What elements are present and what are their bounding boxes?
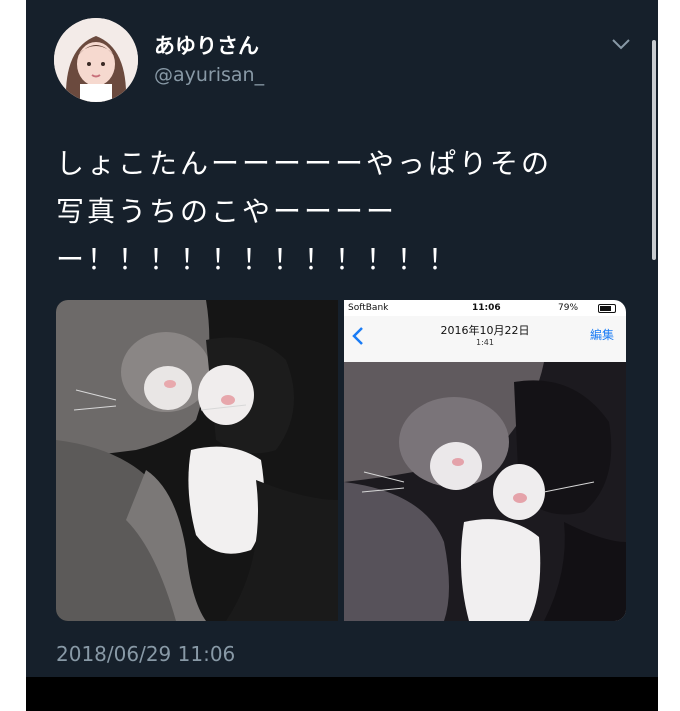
edit-button[interactable]: 編集 [590,326,614,343]
cat-photo[interactable] [56,300,338,621]
scrollbar[interactable] [652,40,656,260]
status-time: 11:06 [472,303,501,313]
screenshot-photo[interactable]: SoftBank 11:06 79% 2016年10月22日 1:41 編集 [344,300,626,621]
avatar[interactable] [54,18,138,102]
carrier-label: SoftBank [348,303,389,313]
user-handle[interactable]: @ayurisan_ [154,64,264,86]
tweet-media: SoftBank 11:06 79% 2016年10月22日 1:41 編集 [56,300,626,621]
photo-date-title: 2016年10月22日 [440,324,530,337]
ios-nav-bar: 2016年10月22日 1:41 編集 [344,316,626,363]
tweet-text-line: しょこたんーーーーーやっぱりその [56,147,553,180]
tweet-timestamp[interactable]: 2018/06/29 11:06 [56,642,235,666]
battery-percent: 79% [558,303,579,313]
tweet-text-line: ー！！！！！！！！！！！！ [56,243,460,276]
tweet-text: しょこたんーーーーーやっぱりその 写真うちのこやーーーー ー！！！！！！！！！！… [56,140,628,284]
inner-cat-photo [344,362,626,621]
battery-icon [598,304,616,313]
chevron-down-icon[interactable] [610,36,632,52]
ios-status-bar: SoftBank 11:06 79% [344,300,626,316]
photo-time-subtitle: 1:41 [476,338,494,347]
display-name[interactable]: あゆりさん [154,30,259,60]
tweet-card: あゆりさん @ayurisan_ しょこたんーーーーーやっぱりその 写真うちのこ… [26,0,658,711]
tweet-text-line: 写真うちのこやーーーー [56,195,398,228]
bottom-edge [26,677,658,711]
